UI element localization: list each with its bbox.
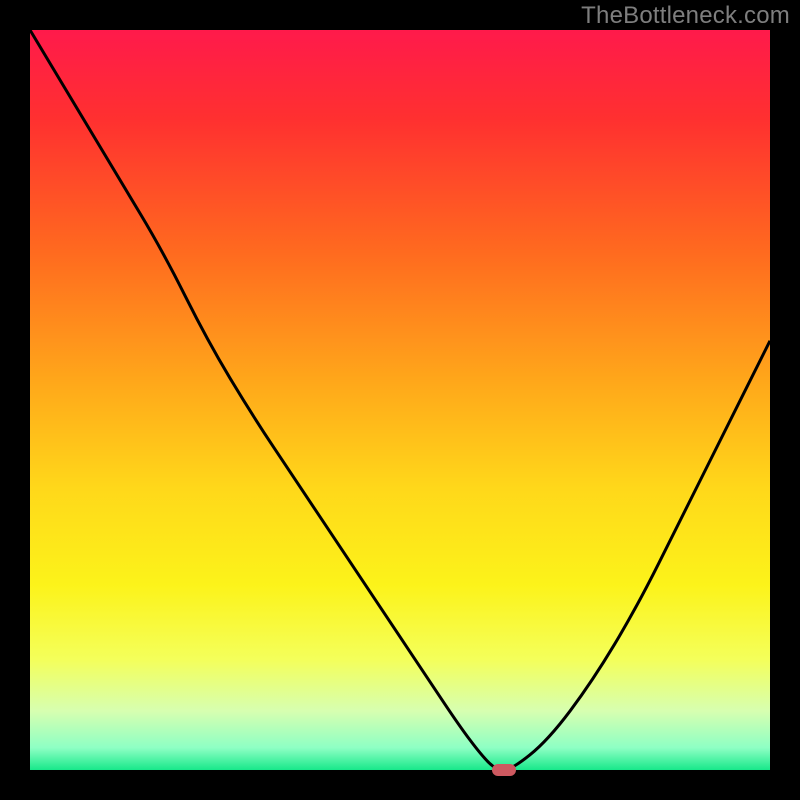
heatmap-background: [30, 30, 770, 770]
plot-area: [30, 30, 770, 770]
optimum-marker: [492, 764, 516, 776]
watermark-text: TheBottleneck.com: [581, 2, 790, 30]
chart-svg: [30, 30, 770, 770]
chart-stage: TheBottleneck.com: [0, 0, 800, 800]
